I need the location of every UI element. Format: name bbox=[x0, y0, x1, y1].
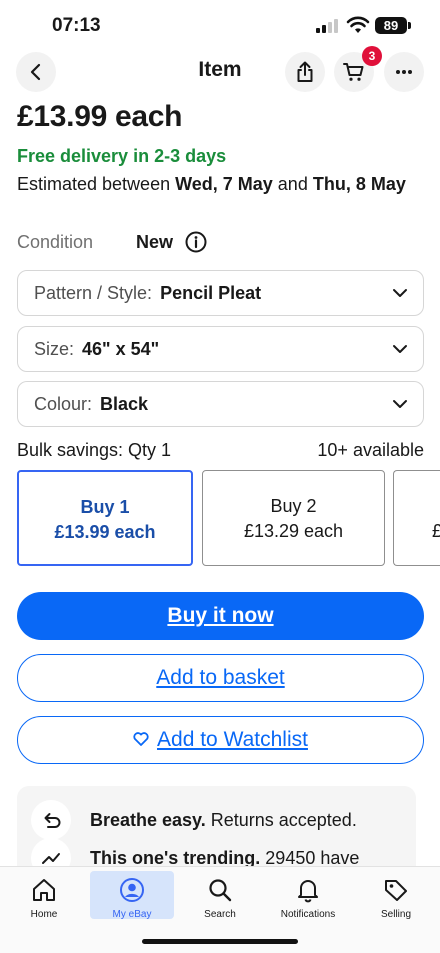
chevron-down-icon bbox=[393, 400, 407, 408]
estimate-start-date: Wed, 7 May bbox=[175, 174, 273, 194]
status-bar: 07:13 89 bbox=[0, 0, 440, 48]
tab-my-ebay[interactable]: My eBay bbox=[90, 871, 174, 920]
more-dots-icon bbox=[396, 70, 412, 74]
top-nav: Item 3 bbox=[0, 46, 440, 94]
condition-value: New bbox=[136, 232, 174, 252]
add-to-basket-button[interactable]: Add to basket bbox=[17, 654, 424, 702]
tab-notifications[interactable]: Notifications bbox=[266, 871, 350, 920]
estimate-end-date: Thu, 8 May bbox=[312, 174, 406, 194]
tab-selling[interactable]: Selling bbox=[354, 871, 438, 920]
select-value: Pencil Pleat bbox=[160, 283, 262, 303]
select-label: Size: bbox=[34, 339, 75, 359]
chevron-down-icon bbox=[393, 345, 407, 353]
tab-label: My eBay bbox=[112, 909, 152, 920]
bulk-option-title: Buy 2 bbox=[270, 496, 317, 516]
tab-search[interactable]: Search bbox=[178, 871, 262, 920]
cart-count-badge: 3 bbox=[362, 46, 382, 66]
bulk-option-price: £13.99 each bbox=[54, 522, 156, 542]
tag-icon bbox=[385, 880, 407, 901]
search-icon bbox=[209, 879, 232, 902]
info-icon[interactable] bbox=[185, 231, 207, 253]
select-text: Size: 46" x 54" bbox=[34, 339, 159, 360]
heart-icon bbox=[133, 732, 149, 746]
estimate-prefix: Estimated between bbox=[17, 174, 176, 194]
bulk-option-price: £13.29 each bbox=[243, 521, 344, 541]
tab-label: Selling bbox=[380, 909, 412, 920]
bulk-savings-label: Bulk savings: Qty 1 bbox=[17, 440, 172, 460]
available-quantity: 10+ available bbox=[317, 440, 424, 460]
select-value: 46" x 54" bbox=[82, 339, 160, 359]
bulk-option-buy-3[interactable]: £ bbox=[393, 470, 440, 566]
select-value: Black bbox=[100, 394, 149, 414]
size-select[interactable]: Size: 46" x 54" bbox=[17, 326, 424, 372]
select-label: Colour: bbox=[34, 394, 93, 414]
tab-label: Home bbox=[30, 909, 58, 920]
tab-home[interactable]: Home bbox=[2, 871, 86, 920]
delivery-estimate: Estimated between Wed, 7 May and Thu, 8 … bbox=[17, 172, 417, 196]
signal-icon bbox=[316, 19, 340, 33]
tab-label: Notifications bbox=[280, 909, 336, 920]
tab-label: Search bbox=[204, 909, 236, 920]
home-icon bbox=[33, 879, 55, 901]
returns-text: Breathe easy. Returns accepted. bbox=[90, 810, 357, 830]
share-button[interactable] bbox=[285, 52, 325, 92]
condition-label: Condition bbox=[17, 232, 94, 252]
bell-icon bbox=[298, 880, 318, 903]
account-icon bbox=[120, 878, 144, 902]
share-icon bbox=[297, 61, 313, 82]
select-text: Colour: Black bbox=[34, 394, 148, 415]
cart-icon bbox=[343, 63, 364, 81]
trust-row-returns: Breathe easy. Returns accepted. bbox=[17, 800, 416, 840]
bulk-option-buy-1[interactable]: Buy 1 £13.99 each bbox=[17, 470, 193, 566]
select-label: Pattern / Style: bbox=[34, 283, 153, 303]
item-price: £13.99 each bbox=[17, 100, 183, 133]
return-arrow-icon bbox=[31, 800, 71, 840]
add-to-watchlist-button[interactable]: Add to Watchlist bbox=[17, 716, 424, 764]
buy-it-now-button[interactable]: Buy it now bbox=[17, 592, 424, 640]
battery-cap bbox=[408, 22, 411, 29]
bulk-option-price: £ bbox=[432, 521, 440, 541]
status-time: 07:13 bbox=[52, 15, 101, 36]
bulk-option-title: Buy 1 bbox=[80, 497, 130, 517]
watchlist-label: Add to Watchlist bbox=[157, 728, 308, 751]
pattern-style-select[interactable]: Pattern / Style: Pencil Pleat bbox=[17, 270, 424, 316]
wifi-icon bbox=[346, 16, 370, 33]
colour-select[interactable]: Colour: Black bbox=[17, 381, 424, 427]
chevron-down-icon bbox=[393, 289, 407, 297]
battery-level: 89 bbox=[375, 17, 407, 34]
estimate-mid: and bbox=[272, 174, 313, 194]
bulk-option-buy-2[interactable]: Buy 2 £13.29 each bbox=[202, 470, 385, 566]
select-text: Pattern / Style: Pencil Pleat bbox=[34, 283, 261, 304]
home-indicator bbox=[142, 939, 298, 944]
more-options-button[interactable] bbox=[384, 52, 424, 92]
delivery-info: Free delivery in 2-3 days bbox=[17, 146, 227, 166]
